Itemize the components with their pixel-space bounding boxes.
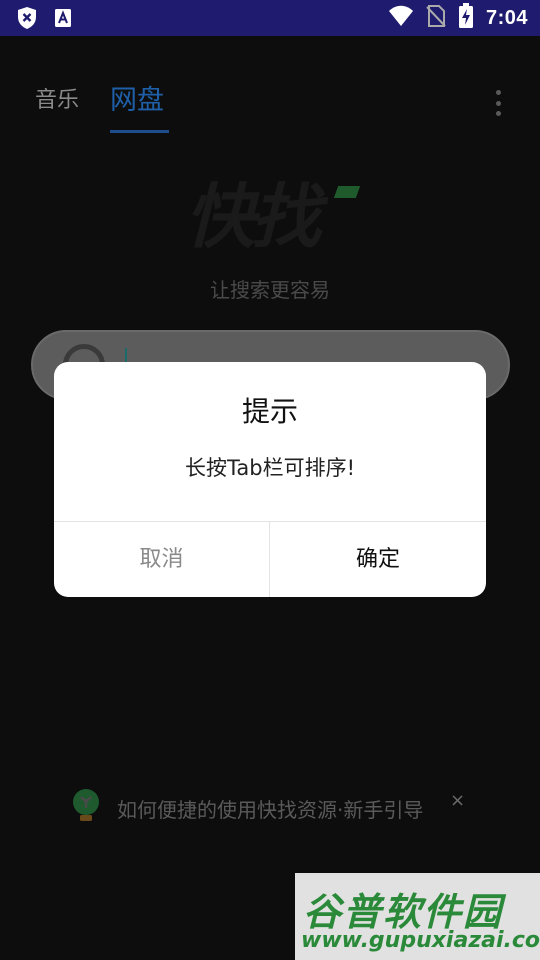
guide-text: 如何便捷的使用快找资源·新手引导: [117, 798, 424, 822]
app-screen: 7:04 音乐 网盘 快找 让搜索更容易 如何便捷的使用快找资源·新手引导 × …: [0, 0, 540, 960]
app-slogan: 让搜索更容易: [210, 278, 330, 302]
font-a-icon: [54, 8, 72, 32]
alert-dialog: 提示 长按Tab栏可排序! 取消 确定: [54, 362, 486, 597]
status-right-icons: 7:04: [388, 0, 528, 36]
status-left-icons: [16, 6, 72, 34]
lightbulb-icon: [70, 788, 102, 824]
watermark-url: www.gupuxiazai.com: [301, 928, 540, 953]
watermark: 谷普软件园 www.gupuxiazai.com: [295, 873, 540, 960]
logo-accent: [333, 186, 361, 198]
cancel-button[interactable]: 取消: [54, 522, 269, 597]
dialog-message: 长按Tab栏可排序!: [185, 456, 355, 480]
no-sim-icon: [426, 4, 446, 32]
tab-netdisk[interactable]: 网盘: [110, 78, 164, 117]
wifi-icon: [388, 5, 414, 31]
status-bar: 7:04: [0, 0, 540, 36]
status-time: 7:04: [485, 6, 528, 29]
active-tab-indicator: [110, 130, 169, 133]
battery-charging-icon: [458, 3, 474, 33]
newbie-guide-banner[interactable]: 如何便捷的使用快找资源·新手引导 ×: [70, 786, 470, 826]
shield-x-icon: [16, 6, 38, 34]
app-logo: 快找: [185, 176, 321, 258]
more-options-icon[interactable]: [492, 90, 504, 116]
tab-music[interactable]: 音乐: [35, 82, 79, 114]
close-icon[interactable]: ×: [450, 790, 465, 811]
dialog-title: 提示: [241, 395, 298, 428]
confirm-button[interactable]: 确定: [270, 522, 486, 597]
top-tab-bar: 音乐 网盘: [0, 36, 540, 140]
